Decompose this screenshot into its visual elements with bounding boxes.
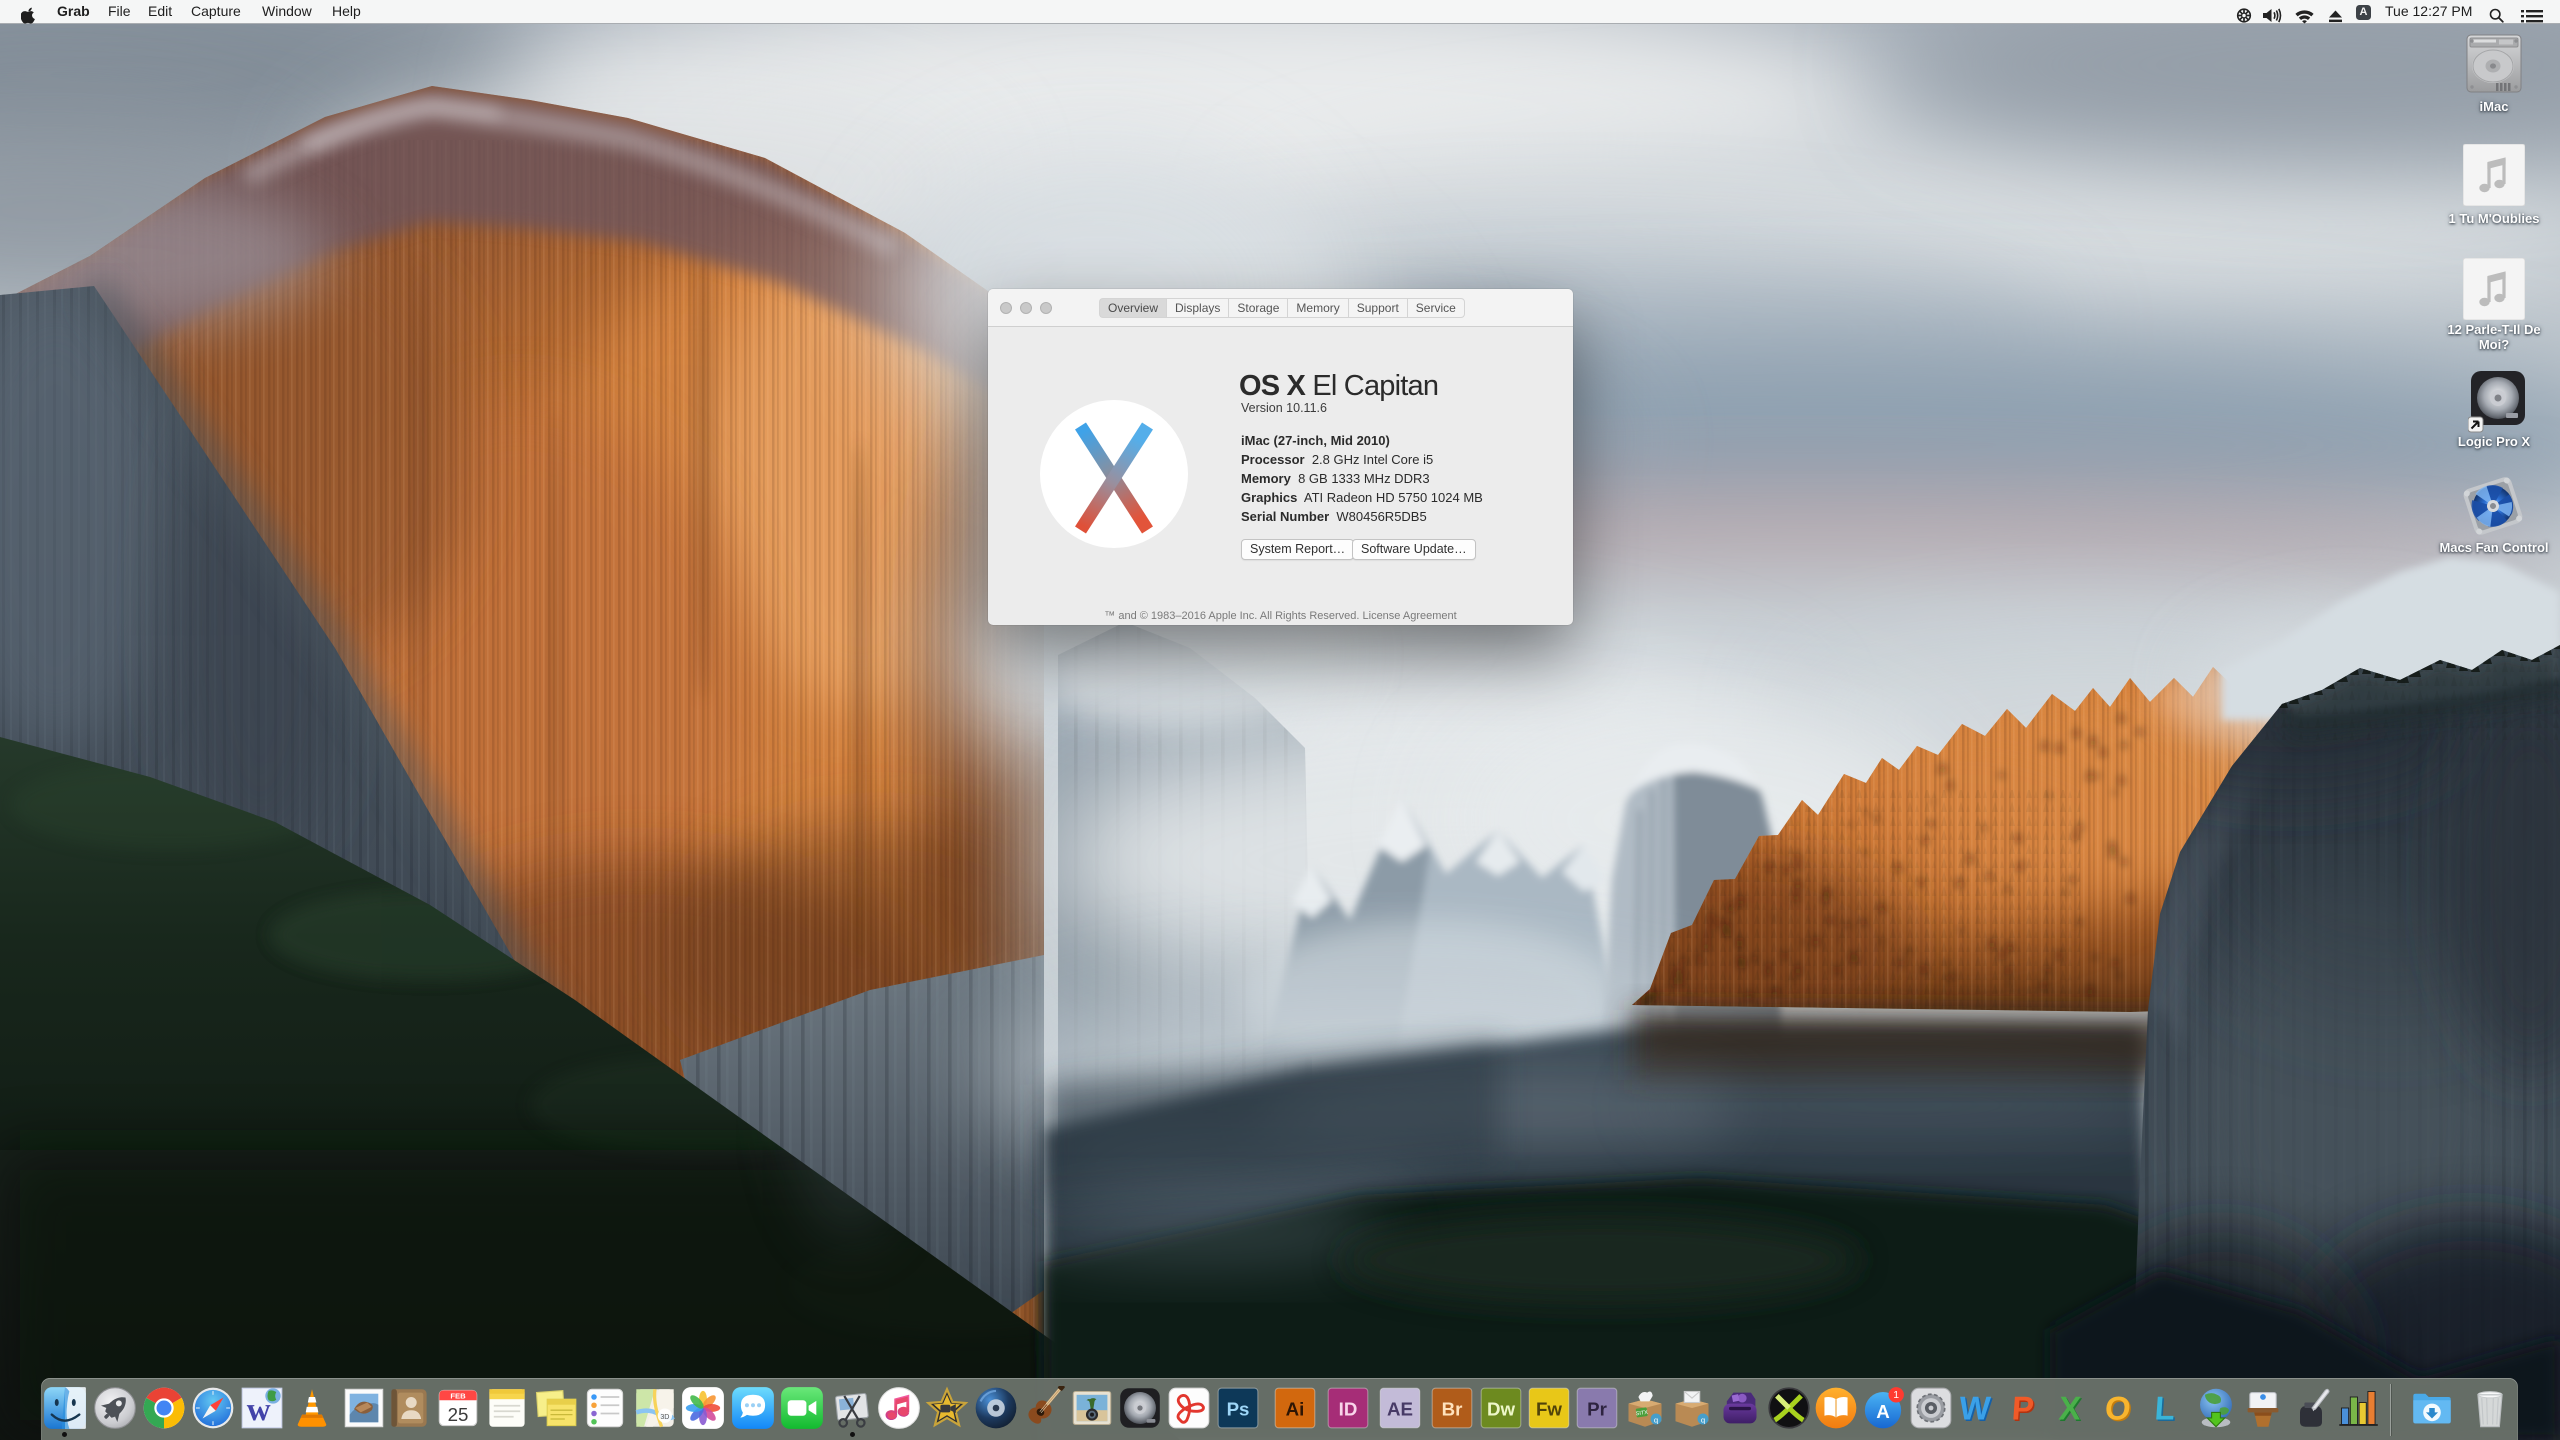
svg-text:P: P	[2011, 1391, 2036, 1428]
svg-text:Ai: Ai	[1286, 1399, 1305, 1420]
svg-text:FEB: FEB	[450, 1392, 466, 1401]
svg-text:X: X	[2058, 1391, 2083, 1428]
svg-text:O: O	[2104, 1391, 2132, 1428]
svg-text:q: q	[1654, 1415, 1658, 1424]
svg-text:A: A	[1876, 1401, 1890, 1422]
svg-text:q: q	[1701, 1415, 1705, 1424]
svg-text:Dw: Dw	[1487, 1399, 1515, 1420]
svg-text:L: L	[2153, 1391, 2176, 1428]
svg-text:3D: 3D	[660, 1413, 669, 1421]
svg-text:25: 25	[448, 1404, 469, 1425]
svg-text:AE: AE	[1387, 1399, 1413, 1420]
svg-text:Pr: Pr	[1587, 1399, 1607, 1420]
svg-text:ID: ID	[1339, 1399, 1358, 1420]
svg-text:Fw: Fw	[1536, 1399, 1562, 1420]
svg-text:Ps: Ps	[1227, 1399, 1250, 1420]
svg-text:1: 1	[1893, 1390, 1899, 1401]
svg-text:W: W	[1958, 1391, 1993, 1428]
svg-text:Br: Br	[1442, 1399, 1463, 1420]
